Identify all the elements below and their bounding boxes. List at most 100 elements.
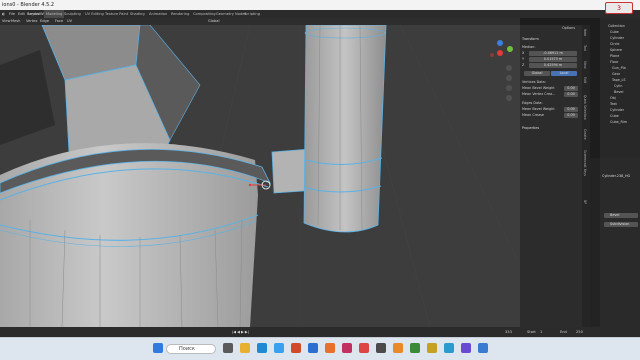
outliner-row[interactable]: Collection bbox=[608, 24, 638, 29]
outliner-row[interactable]: Obj bbox=[610, 96, 638, 101]
properties-header[interactable]: Properties bbox=[522, 126, 580, 131]
tab-view[interactable]: View bbox=[583, 61, 587, 69]
properties-editor: Cylinder.238_HG Bevel Subdivision bbox=[600, 158, 640, 338]
recording-indicator[interactable]: 3 bbox=[605, 2, 633, 14]
z-field[interactable]: 0.42594 m bbox=[529, 63, 577, 68]
app-icon[interactable] bbox=[376, 343, 386, 353]
tab-item[interactable]: Item bbox=[583, 29, 587, 36]
outliner-row[interactable]: Cube bbox=[610, 114, 638, 119]
end-field[interactable]: 250 bbox=[576, 327, 583, 337]
tab-tool[interactable]: Tool bbox=[583, 45, 587, 51]
top-menu-bar: ◐ File Edit Render Window Help Layout Mo… bbox=[0, 10, 640, 18]
outliner-row[interactable]: Cube bbox=[610, 30, 638, 35]
file-explorer-icon[interactable] bbox=[240, 343, 250, 353]
mean-crease-field[interactable]: 0.00 bbox=[564, 113, 578, 118]
menu-file[interactable]: File bbox=[9, 10, 15, 18]
y-field[interactable]: 0.01573 m bbox=[529, 57, 577, 62]
mean-crease-label: Mean Crease bbox=[522, 113, 545, 117]
edge-browser-icon[interactable] bbox=[257, 343, 267, 353]
outliner-row[interactable]: Floor bbox=[610, 60, 638, 65]
outliner-row[interactable]: Cylinder bbox=[610, 108, 638, 113]
app-icon[interactable] bbox=[342, 343, 352, 353]
bucket-mesh[interactable] bbox=[0, 143, 271, 327]
app-icon[interactable] bbox=[478, 343, 488, 353]
app-icon[interactable] bbox=[359, 343, 369, 353]
app-icon[interactable] bbox=[291, 343, 301, 353]
outliner-row[interactable]: Sphere bbox=[610, 48, 638, 53]
edge-bevel-weight-field[interactable]: 0.00 bbox=[564, 107, 578, 112]
mean-vertex-crease-field[interactable]: 0.00 bbox=[564, 92, 578, 97]
orientation-dropdown[interactable]: Global bbox=[208, 18, 219, 25]
edge-bevel-weight-label: Mean Bevel Weight bbox=[522, 107, 555, 111]
app-icon[interactable] bbox=[410, 343, 420, 353]
background-object[interactable] bbox=[0, 50, 55, 145]
mean-vertex-crease-label: Mean Vertex Crea... bbox=[522, 92, 556, 96]
outliner-row[interactable]: Plane bbox=[610, 54, 638, 59]
tab-screencast-keys[interactable]: Screencast Keys bbox=[583, 150, 587, 176]
current-frame[interactable]: 333 bbox=[505, 327, 512, 337]
app-icon[interactable] bbox=[427, 343, 437, 353]
app-icon[interactable] bbox=[461, 343, 471, 353]
outliner-row[interactable]: Cylin bbox=[614, 84, 638, 89]
start-menu-icon[interactable] bbox=[153, 343, 163, 353]
options-button[interactable]: Options bbox=[562, 26, 580, 31]
tab-modeling[interactable]: Modeling bbox=[44, 10, 65, 18]
navigation-gizmo[interactable] bbox=[490, 40, 513, 57]
uv-menu[interactable]: UV bbox=[67, 18, 72, 25]
viewport-header: View Mesh Vertex Edge Face UV Global bbox=[0, 18, 520, 25]
outliner-row[interactable]: Cube_Rim bbox=[610, 120, 638, 125]
transform-header[interactable]: Transform bbox=[522, 37, 580, 42]
windows-taskbar bbox=[0, 337, 640, 360]
tab-uv-editing[interactable]: UV Editing bbox=[85, 10, 104, 18]
local-toggle[interactable]: Local bbox=[551, 71, 577, 76]
global-toggle[interactable]: Global bbox=[524, 71, 550, 76]
x-field[interactable]: -0.46911 m bbox=[529, 51, 577, 56]
tab-shading[interactable]: Shading bbox=[130, 10, 145, 18]
modifier-subdivision[interactable]: Subdivision bbox=[604, 222, 638, 227]
mesh-menu[interactable]: Mesh bbox=[11, 18, 20, 25]
tab-scripting[interactable]: Scripting bbox=[244, 10, 260, 18]
properties-tab-icons[interactable] bbox=[590, 158, 600, 338]
outliner-row[interactable]: Tape_LS bbox=[612, 78, 638, 83]
vertex-menu[interactable]: Vertex bbox=[26, 18, 38, 25]
menu-edit[interactable]: Edit bbox=[18, 10, 25, 18]
modifier-bevel[interactable]: Bevel bbox=[604, 213, 638, 218]
taskbar-search-input[interactable]: Поиск bbox=[166, 344, 216, 354]
3d-viewport[interactable] bbox=[0, 25, 520, 327]
tab-edit[interactable]: Edit bbox=[583, 77, 587, 83]
cylinder-mesh[interactable] bbox=[303, 25, 387, 233]
view-menu[interactable]: View bbox=[2, 18, 11, 25]
blender-logo-icon[interactable]: ◐ bbox=[2, 10, 5, 18]
blender-taskbar-icon[interactable] bbox=[325, 343, 335, 353]
tab-create[interactable]: Create bbox=[583, 129, 587, 140]
outliner-row[interactable]: Cylinder bbox=[610, 36, 638, 41]
view-controls[interactable] bbox=[506, 65, 512, 101]
tab-texture-paint[interactable]: Texture Paint bbox=[105, 10, 128, 18]
app-icon[interactable] bbox=[393, 343, 403, 353]
outliner-row[interactable]: Gear bbox=[612, 72, 638, 77]
tab-compositing[interactable]: Compositing bbox=[193, 10, 216, 18]
window-title-bar: ions0 - Blender 4.5.2 bbox=[0, 0, 640, 10]
tab-layout[interactable]: Layout bbox=[28, 10, 40, 18]
outliner-row[interactable]: Circle bbox=[610, 42, 638, 47]
object-name[interactable]: Cylinder.238_HG bbox=[602, 174, 639, 179]
outliner-row[interactable]: Bevel bbox=[614, 90, 638, 95]
outliner-row[interactable]: Text bbox=[610, 102, 638, 107]
task-view-icon[interactable] bbox=[223, 343, 233, 353]
tab-rendering[interactable]: Rendering bbox=[171, 10, 189, 18]
mean-bevel-weight-field[interactable]: 0.00 bbox=[564, 86, 578, 91]
end-label: End bbox=[560, 330, 567, 334]
app-icon[interactable] bbox=[444, 343, 454, 353]
tab-sculpting[interactable]: Sculpting bbox=[64, 10, 81, 18]
tab-animation[interactable]: Animation bbox=[149, 10, 167, 18]
playback-controls[interactable]: |◀ ◀ ▶ ▶| bbox=[232, 327, 249, 337]
app-icon[interactable] bbox=[308, 343, 318, 353]
tab-bp[interactable]: BP bbox=[583, 200, 587, 204]
tab-quick-selection[interactable]: Quick Selection bbox=[583, 95, 587, 120]
tab-geometry-nodes[interactable]: Geometry Nodes bbox=[216, 10, 246, 18]
start-field[interactable]: 1 bbox=[540, 327, 542, 337]
face-menu[interactable]: Face bbox=[55, 18, 63, 25]
edge-menu[interactable]: Edge bbox=[40, 18, 49, 25]
store-icon[interactable] bbox=[274, 343, 284, 353]
outliner-row[interactable]: Gun_Pla bbox=[612, 66, 638, 71]
